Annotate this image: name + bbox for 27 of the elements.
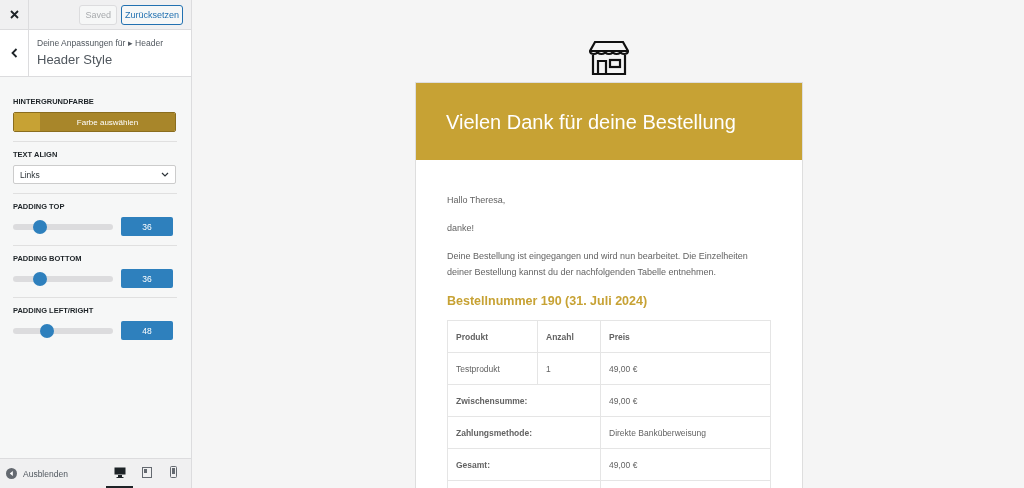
number-input[interactable]: 48 bbox=[121, 321, 173, 340]
total-value: 49,00 € bbox=[600, 448, 771, 481]
number-input[interactable]: 36 bbox=[121, 269, 173, 288]
column-header: Preis bbox=[600, 320, 771, 353]
select-field[interactable]: Links bbox=[13, 165, 176, 184]
total-label: Gesamt: bbox=[447, 448, 601, 481]
order-title: Bestellnummer 190 (31. Juli 2024) bbox=[447, 294, 649, 308]
number-input[interactable]: 36 bbox=[121, 217, 173, 236]
color-picker-label: Farbe auswählen bbox=[40, 113, 175, 131]
thanks-text: danke! bbox=[447, 222, 476, 235]
breadcrumb: Deine Anpassungen für ▸ Header bbox=[37, 38, 163, 48]
hide-button[interactable]: Ausblenden bbox=[6, 468, 68, 479]
section-title: Header Style bbox=[37, 52, 114, 67]
column-header: Anzahl bbox=[537, 320, 601, 353]
total-label: Zwischensumme: bbox=[447, 384, 601, 417]
greeting-text: Hallo Theresa, bbox=[447, 194, 507, 207]
intro-paragraph: Deine Bestellung ist eingegangen und wird nun bearbeitet. Die Einzelheiten deiner Bestellung kannst du der nachfolgenden Tabelle entnehmen. bbox=[447, 250, 749, 279]
total-value: 49,00 € bbox=[600, 384, 771, 417]
email-heading: Vielen Dank für deine Bestellung bbox=[446, 111, 737, 134]
total-label: Zahlungsmethode: bbox=[447, 416, 601, 449]
table-cell: 1 bbox=[537, 352, 601, 385]
table-cell: Testprodukt bbox=[447, 352, 538, 385]
reset-button[interactable]: Zurücksetzen bbox=[120, 4, 183, 25]
column-header: Produkt bbox=[447, 320, 538, 353]
color-picker-button[interactable]: Farbe auswählen bbox=[13, 112, 176, 132]
total-value: Direkte Banküberweisung bbox=[600, 416, 771, 449]
table-cell: 49,00 € bbox=[600, 352, 771, 385]
